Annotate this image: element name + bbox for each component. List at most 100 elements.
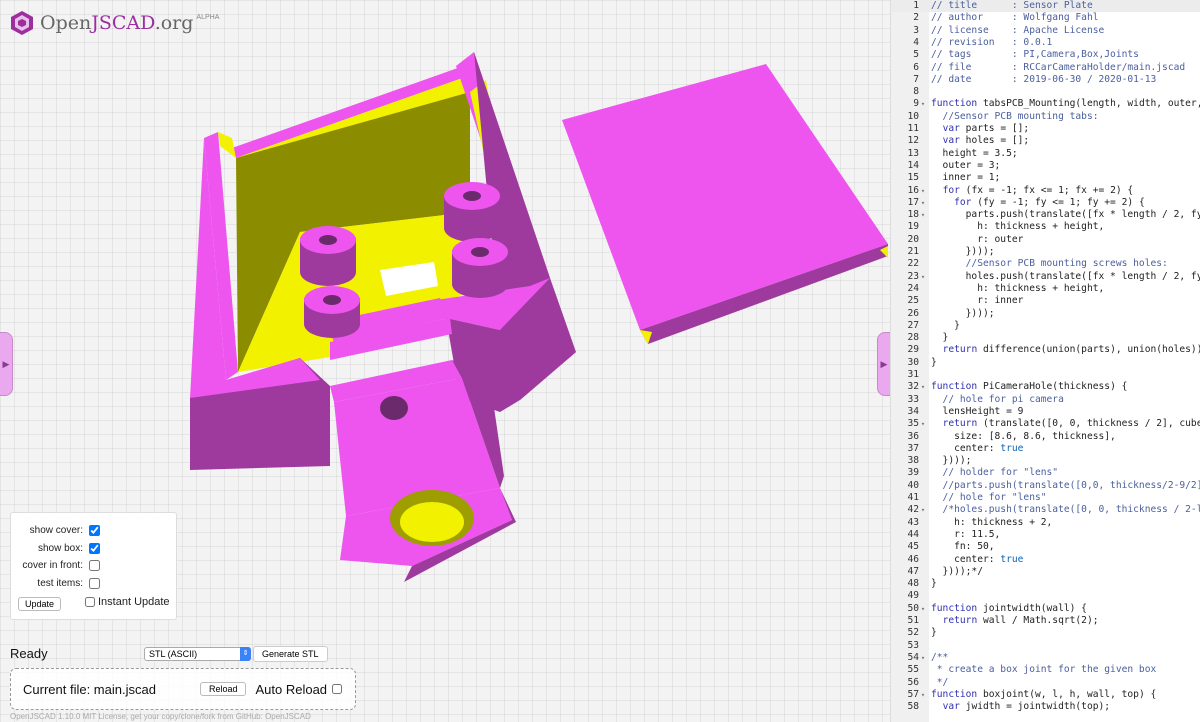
code-line[interactable]: 56 */ xyxy=(891,677,1200,689)
code-line[interactable]: 28 } xyxy=(891,332,1200,344)
code-line[interactable]: 26 }))); xyxy=(891,308,1200,320)
code-editor[interactable]: 1 // title : Sensor Plate 2 // author : Wol… xyxy=(890,0,1200,722)
cover-in-front-checkbox[interactable] xyxy=(89,560,100,571)
code-line[interactable]: 19 h: thickness + height, xyxy=(891,221,1200,233)
code-line[interactable]: 12 var holes = []; xyxy=(891,135,1200,147)
line-number: 4 xyxy=(913,36,919,48)
param-label: test items: xyxy=(37,578,83,589)
fold-arrow-icon[interactable]: ▾ xyxy=(919,185,927,197)
code-line[interactable]: 55 * create a box joint for the given bo… xyxy=(891,664,1200,676)
test-items-checkbox[interactable] xyxy=(89,578,100,589)
line-number: 21 xyxy=(907,246,919,257)
code-line[interactable]: 53 xyxy=(891,640,1200,652)
fold-arrow-icon[interactable]: ▾ xyxy=(919,652,927,664)
code-line[interactable]: 43 h: thickness + 2, xyxy=(891,517,1200,529)
code-line[interactable]: 11 var parts = []; xyxy=(891,123,1200,135)
code-line[interactable]: 30} xyxy=(891,357,1200,369)
instant-update-checkbox[interactable] xyxy=(85,597,95,607)
code-line[interactable]: 18 ▾ parts.push(translate([fx * length / … xyxy=(891,209,1200,221)
fold-arrow-icon[interactable]: ▾ xyxy=(919,418,927,430)
code-line[interactable]: 46 center: true xyxy=(891,554,1200,566)
line-number: 35 xyxy=(907,418,919,430)
code-line[interactable]: 13 height = 3.5; xyxy=(891,148,1200,160)
code-line[interactable]: 31 xyxy=(891,369,1200,381)
reload-button[interactable]: Reload xyxy=(199,682,247,696)
code-text: size: [8.6, 8.6, thickness], xyxy=(931,430,1116,442)
fold-arrow-icon[interactable]: ▾ xyxy=(919,209,927,221)
code-line[interactable]: 34 lensHeight = 9 xyxy=(891,406,1200,418)
code-line[interactable]: 45 fn: 50, xyxy=(891,541,1200,553)
code-line[interactable]: 39 // holder for "lens" xyxy=(891,467,1200,479)
code-line[interactable]: 17 ▾ for (fy = -1; fy <= 1; fy += 2) { xyxy=(891,197,1200,209)
param-show-cover: show cover: xyxy=(30,525,100,536)
code-line[interactable]: 52} xyxy=(891,627,1200,639)
line-number: 40 xyxy=(907,479,919,491)
code-line[interactable]: 37 center: true xyxy=(891,443,1200,455)
code-line[interactable]: 35 ▾ return (translate([0, 0, thickness /… xyxy=(891,418,1200,430)
file-drop-area[interactable]: Current file: main.jscad Reload Auto Rel… xyxy=(10,668,356,710)
code-line[interactable]: 21 }))); xyxy=(891,246,1200,258)
fold-arrow-icon[interactable]: ▾ xyxy=(919,197,927,209)
code-line[interactable]: 40 //parts.push(translate([0,0, thicknes… xyxy=(891,480,1200,492)
code-line[interactable]: 2 // author : Wolfgang Fahl xyxy=(891,12,1200,24)
code-line[interactable]: 54 ▾ /** xyxy=(891,652,1200,664)
code-line[interactable]: 57 ▾ function boxjoint(w, l, h, wall, top)… xyxy=(891,689,1200,701)
code-line[interactable]: 10 //Sensor PCB mounting tabs: xyxy=(891,111,1200,123)
code-text: } xyxy=(931,578,937,590)
code-text: h: thickness + height, xyxy=(931,282,1105,294)
code-line[interactable]: 22 //Sensor PCB mounting screws holes: xyxy=(891,258,1200,270)
code-line[interactable]: 49 xyxy=(891,590,1200,602)
instant-update-toggle[interactable]: Instant Update xyxy=(85,596,170,608)
left-panel-toggle[interactable]: ▶ xyxy=(0,332,13,396)
editor-panel-toggle[interactable]: ▶ xyxy=(877,332,890,396)
fold-arrow-icon[interactable]: ▾ xyxy=(919,271,927,283)
code-line[interactable]: 8 xyxy=(891,86,1200,98)
code-line[interactable]: 48} xyxy=(891,578,1200,590)
code-line[interactable]: 32 ▾ function PiCameraHole(thickness) { xyxy=(891,381,1200,393)
code-line[interactable]: 51 return wall / Math.sqrt(2); xyxy=(891,615,1200,627)
code-line[interactable]: 16 ▾ for (fx = -1; fx <= 1; fx += 2) { xyxy=(891,185,1200,197)
code-line[interactable]: 7 // date : 2019-06-30 / 2020-01-13 xyxy=(891,74,1200,86)
code-line[interactable]: 58 var jwidth = jointwidth(top); xyxy=(891,701,1200,713)
code-line[interactable]: 29 return difference(union(parts), union… xyxy=(891,344,1200,356)
param-label: show box: xyxy=(37,543,83,554)
update-button[interactable]: Update xyxy=(18,597,62,611)
code-line[interactable]: 47 })));*/ xyxy=(891,566,1200,578)
code-line[interactable]: 20 r: outer xyxy=(891,234,1200,246)
code-line[interactable]: 15 inner = 1; xyxy=(891,172,1200,184)
code-line[interactable]: 25 r: inner xyxy=(891,295,1200,307)
code-line[interactable]: 5 // tags : PI,Camera,Box,Joints xyxy=(891,49,1200,61)
code-line[interactable]: 6 // file : RCCarCameraHolder/main.jscad xyxy=(891,62,1200,74)
code-line[interactable]: 24 h: thickness + height, xyxy=(891,283,1200,295)
3d-viewer[interactable]: OpenJSCAD.org ALPHA ▶ ▶ show cover: show… xyxy=(0,0,890,722)
openjscad-logo[interactable]: OpenJSCAD.org ALPHA xyxy=(10,10,219,36)
auto-reload-checkbox[interactable] xyxy=(332,684,343,694)
fold-arrow-icon[interactable]: ▾ xyxy=(919,381,927,393)
fold-arrow-icon[interactable]: ▾ xyxy=(919,603,927,615)
code-line[interactable]: 44 r: 11.5, xyxy=(891,529,1200,541)
auto-reload-toggle[interactable]: Auto Reload xyxy=(255,682,343,697)
show-box-checkbox[interactable] xyxy=(89,543,100,554)
code-line[interactable]: 14 outer = 3; xyxy=(891,160,1200,172)
code-line[interactable]: 1 // title : Sensor Plate xyxy=(891,0,1200,13)
line-number: 20 xyxy=(907,233,919,245)
code-line[interactable]: 36 size: [8.6, 8.6, thickness], xyxy=(891,431,1200,443)
code-line[interactable]: 9 ▾ function tabsPCB_Mounting(length, widt… xyxy=(891,98,1200,110)
code-line[interactable]: 41 // hole for "lens" xyxy=(891,492,1200,504)
code-line[interactable]: 3 // license : Apache License xyxy=(891,25,1200,37)
code-line[interactable]: 33 // hole for pi camera xyxy=(891,394,1200,406)
code-line[interactable]: 38 }))); xyxy=(891,455,1200,467)
code-line[interactable]: 50 ▾ function jointwidth(wall) { xyxy=(891,603,1200,615)
code-text: parts.push(translate([fx * length / 2, f… xyxy=(931,209,1200,221)
export-format-select[interactable]: STL (ASCII) ⇕ xyxy=(144,647,251,661)
line-number: 2 xyxy=(913,12,919,24)
code-line[interactable]: 23 ▾ holes.push(translate([fx * length / … xyxy=(891,271,1200,283)
code-line[interactable]: 27 } xyxy=(891,320,1200,332)
code-line[interactable]: 42 ▾ /*holes.push(translate([0, 0, thickn… xyxy=(891,504,1200,516)
fold-arrow-icon[interactable]: ▾ xyxy=(919,689,927,701)
fold-arrow-icon[interactable]: ▾ xyxy=(919,504,927,516)
fold-arrow-icon[interactable]: ▾ xyxy=(919,98,927,110)
show-cover-checkbox[interactable] xyxy=(89,525,100,536)
generate-stl-button[interactable]: Generate STL xyxy=(253,646,328,662)
code-line[interactable]: 4 // revision : 0.0.1 xyxy=(891,37,1200,49)
